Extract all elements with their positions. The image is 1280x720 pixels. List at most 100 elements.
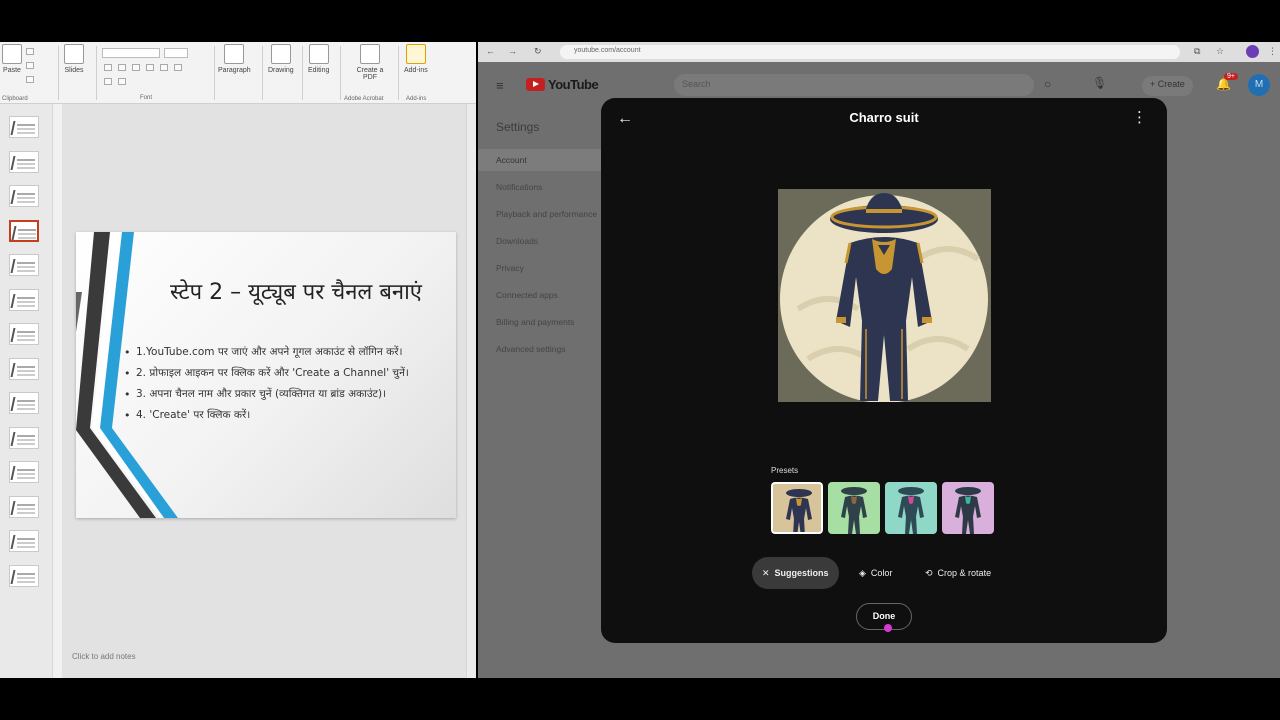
ribbon-divider [96,46,97,100]
suggestions-tab[interactable]: ✕ Suggestions [752,557,839,589]
editing-icon [308,44,329,64]
back-icon[interactable]: ← [486,46,495,56]
bookmark-star-icon[interactable]: ☆ [1216,46,1224,57]
slide-scrollbar[interactable] [466,104,476,678]
case-icon[interactable] [174,64,182,71]
slide-bullet-list[interactable]: 1.YouTube.com पर जाएं और अपने गूगल अकाउं… [124,346,424,431]
font-group: Font [100,44,212,102]
ribbon: Paste Clipboard Slides Font Paragraph Dr… [0,42,476,104]
settings-item-account[interactable]: Account [478,149,604,171]
paragraph-icon [224,44,245,64]
notification-badge: 9+ [1224,73,1238,80]
paragraph-button[interactable]: Paragraph [218,44,251,74]
slide-thumbnail[interactable] [9,323,39,345]
slide-bullet: 3. अपना चैनल नाम और प्रकार चुनें (व्यक्त… [124,388,424,402]
ribbon-divider [398,46,399,100]
preset-teal[interactable] [885,482,937,534]
current-slide[interactable]: स्टेप 2 – यूट्यूब पर चैनल बनाएं 1.YouTub… [76,232,456,518]
preset-green[interactable] [828,482,880,534]
avatar[interactable]: M [1248,74,1270,96]
ribbon-divider [340,46,341,100]
settings-item-downloads[interactable]: Downloads [478,230,604,252]
strikethrough-icon[interactable] [146,64,154,71]
settings-item-billing[interactable]: Billing and payments [478,311,604,333]
create-pdf-button[interactable]: Create a PDF [352,44,388,81]
settings-item-playback[interactable]: Playback and performance [478,203,604,225]
avatar-preview [778,189,991,403]
acrobat-icon [360,44,380,64]
preset-tan[interactable] [771,482,823,534]
font-name-box[interactable] [102,48,160,58]
notes-placeholder[interactable]: Click to add notes [72,652,136,661]
font-size-box[interactable] [164,48,188,58]
slide-thumbnail[interactable] [9,219,39,242]
preset-pink[interactable] [942,482,994,534]
clipboard-group-label: Clipboard [2,96,28,102]
new-slide-button[interactable]: Slides [64,44,84,74]
hamburger-icon[interactable]: ≡ [496,78,504,93]
slide-bullet: 1.YouTube.com पर जाएं और अपने गूगल अकाउं… [124,346,424,360]
preset-suit-icon [786,489,812,532]
powerpoint-window: Paste Clipboard Slides Font Paragraph Dr… [0,42,476,678]
slide-thumbnail[interactable] [9,254,39,276]
slide-title[interactable]: स्टेप 2 – यूट्यूब पर चैनल बनाएं [146,276,446,306]
ribbon-divider [302,46,303,100]
settings-item-notifications[interactable]: Notifications [478,176,604,198]
paste-button[interactable]: Paste [2,44,22,74]
slide-thumbnail[interactable] [9,564,39,587]
preset-suit-icon [898,487,924,534]
adobe-group-label: Adobe Acrobat [344,96,384,102]
youtube-search-input[interactable]: Search [674,74,1034,96]
forward-icon[interactable]: → [508,46,517,56]
slide-thumbnail[interactable] [9,357,39,380]
slide-thumbnail[interactable] [9,426,39,449]
youtube-logo[interactable]: YouTube [526,77,599,92]
bold-icon[interactable] [104,64,112,71]
settings-item-privacy[interactable]: Privacy [478,257,604,279]
slide-thumbnail[interactable] [9,150,39,173]
new-slide-icon [64,44,84,64]
slide-thumbnail[interactable] [9,461,39,483]
menu-icon[interactable]: ⋮ [1268,46,1277,57]
underline-icon[interactable] [132,64,140,71]
crop-rotate-tab[interactable]: ⟲ Crop & rotate [915,557,1001,589]
addins-group-label: Add-ins [406,96,427,102]
drawing-icon [270,44,291,64]
avatar-editor-dialog: ← Charro suit ⋮ Presets ✕ Suggestions ◈ … [601,98,1167,643]
slide-thumbnail[interactable] [9,185,39,207]
editing-button[interactable]: Editing [308,44,329,74]
slide-thumbnail[interactable] [9,392,39,414]
create-button[interactable]: + Create [1142,76,1193,96]
more-options-icon[interactable]: ⋮ [1132,108,1147,126]
slide-editing-area: स्टेप 2 – यूट्यूब पर चैनल बनाएं 1.YouTub… [62,104,468,678]
paste-icon [2,44,22,64]
extension-icon[interactable]: ⧉ [1194,46,1200,57]
addins-button[interactable]: Add-ins [404,44,428,74]
address-bar[interactable]: youtube.com/account [560,45,1180,59]
ribbon-divider [214,46,215,100]
cursor-indicator [884,624,892,632]
settings-item-advanced[interactable]: Advanced settings [478,338,604,360]
cut-icon[interactable] [26,48,34,55]
settings-item-connected-apps[interactable]: Connected apps [478,284,604,306]
format-painter-icon[interactable] [26,76,34,83]
slide-thumbnail[interactable] [9,530,39,552]
dialog-title: Charro suit [849,110,919,125]
reload-icon[interactable]: ↻ [534,46,542,57]
slide-thumbnail[interactable] [9,495,39,518]
copy-icon[interactable] [26,62,34,69]
preset-suit-icon [955,487,981,534]
highlight-icon[interactable] [118,78,126,85]
search-icon[interactable]: ○ [1044,77,1051,91]
italic-icon[interactable] [118,64,126,71]
color-tab[interactable]: ◈ Color [849,557,902,589]
profile-icon[interactable] [1246,45,1259,58]
drawing-button[interactable]: Drawing [268,44,294,74]
microphone-icon[interactable]: 🎙 [1092,76,1107,90]
slide-thumbnail[interactable] [9,288,39,311]
slide-thumbnail[interactable] [9,116,39,138]
font-color-icon[interactable] [104,78,112,85]
thumbnail-scrollbar[interactable] [52,104,62,678]
presets-label: Presets [771,466,799,475]
spacing-icon[interactable] [160,64,168,71]
